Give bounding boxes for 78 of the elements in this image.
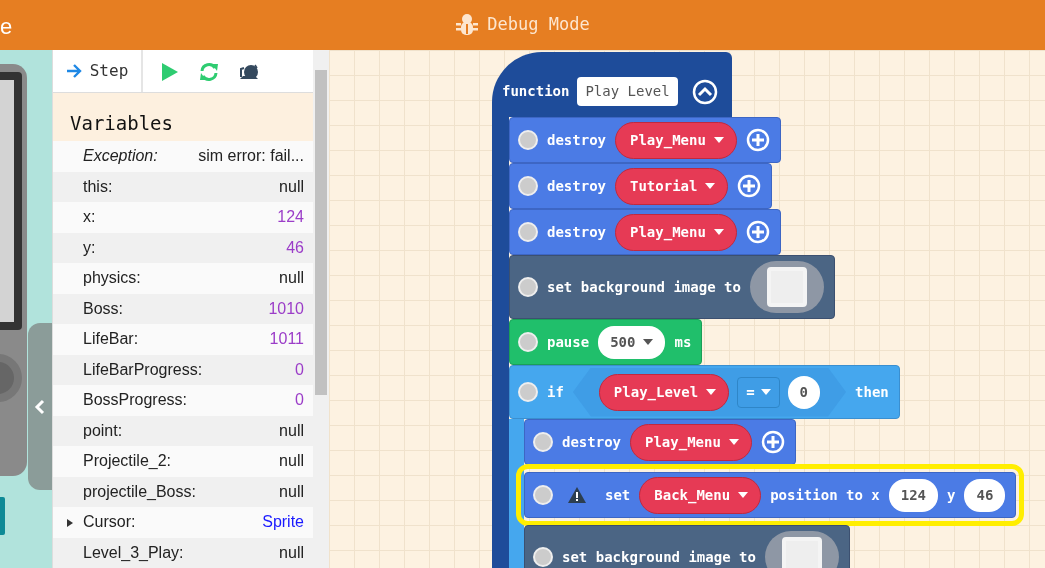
- variable-value: 124: [277, 207, 304, 228]
- sprite-dropdown[interactable]: Play_Level: [598, 373, 730, 411]
- variable-name: this:: [83, 176, 113, 197]
- variable-row[interactable]: Level_3_Play: null: [53, 537, 313, 568]
- variable-row[interactable]: Projectile_2: null: [53, 446, 313, 477]
- block-label: destroy: [562, 432, 621, 452]
- function-name-field[interactable]: Play Level: [577, 77, 678, 106]
- block-label: set background image to: [562, 547, 756, 567]
- variable-row[interactable]: Boss: 1010: [53, 293, 313, 324]
- sprite-dropdown[interactable]: Play_Menu: [615, 121, 737, 159]
- variable-name: Projectile_2:: [83, 451, 172, 472]
- variable-row[interactable]: this: null: [53, 171, 313, 202]
- block-label: ms: [674, 332, 692, 352]
- variable-value: null: [279, 420, 304, 441]
- variable-value: 1011: [269, 329, 304, 350]
- variable-row[interactable]: projectile_Boss: null: [53, 476, 313, 507]
- code-block[interactable]: set background image to: [524, 525, 850, 568]
- variable-row[interactable]: BossProgress: 0: [53, 385, 313, 416]
- variable-name: Exception:: [83, 146, 158, 167]
- number-field[interactable]: 124: [888, 478, 939, 512]
- code-block[interactable]: set background image to: [509, 255, 835, 319]
- number-dropdown[interactable]: 500: [598, 325, 666, 359]
- variable-value: null: [279, 481, 304, 502]
- variable-value: null: [279, 176, 304, 197]
- variable-name: point:: [83, 420, 123, 441]
- variable-row[interactable]: LifeBarProgress: 0: [53, 354, 313, 385]
- sprite-dropdown[interactable]: Tutorial: [615, 167, 729, 205]
- variable-name: x:: [83, 207, 96, 228]
- variable-row[interactable]: LifeBar: 1011: [53, 324, 313, 355]
- block-label: destroy: [547, 130, 606, 150]
- variable-value: sim error: fail...: [198, 146, 304, 167]
- code-block[interactable]: destroy Play_Menu: [509, 209, 781, 255]
- number-field[interactable]: 0: [787, 375, 821, 409]
- variable-value: Sprite: [262, 512, 304, 533]
- block-label: set background image to: [547, 277, 741, 297]
- variable-row[interactable]: Exception: sim error: fail...: [53, 141, 313, 172]
- variable-name: LifeBar:: [83, 329, 139, 350]
- block-label: function: [502, 82, 570, 101]
- block-label: then: [855, 382, 889, 402]
- variable-row[interactable]: Cursor: Sprite: [53, 507, 313, 538]
- code-block[interactable]: pause 500 ms: [509, 319, 703, 365]
- variable-name: BossProgress:: [83, 390, 188, 411]
- block-label: position to x: [770, 485, 880, 505]
- block-label: if: [547, 382, 564, 402]
- sprite-dropdown[interactable]: Play_Menu: [630, 423, 752, 461]
- variable-value: null: [279, 268, 304, 289]
- section-title: Variables: [70, 112, 173, 135]
- variable-name: Boss:: [83, 298, 123, 319]
- code-block[interactable]: destroy Tutorial: [509, 163, 773, 209]
- variable-value: null: [279, 451, 304, 472]
- code-block[interactable]: destroy Play_Menu: [509, 117, 781, 163]
- variable-row[interactable]: y: 46: [53, 232, 313, 263]
- variable-value: 0: [295, 359, 304, 380]
- code-block[interactable]: if Play_Level = 0 then: [509, 365, 900, 419]
- block-label: pause: [547, 332, 590, 352]
- variable-value: 1010: [268, 298, 304, 319]
- variable-name: LifeBarProgress:: [83, 359, 203, 380]
- header-title: Debug Mode: [487, 13, 590, 37]
- variable-name: Cursor:: [83, 512, 136, 533]
- variable-value: 0: [295, 390, 304, 411]
- variable-name: projectile_Boss:: [83, 481, 196, 502]
- block-label: destroy: [547, 176, 606, 196]
- code-block[interactable]: destroy Play_Menu: [524, 419, 796, 465]
- variable-value: null: [279, 542, 304, 563]
- variable-row[interactable]: physics: null: [53, 263, 313, 294]
- variable-name: physics:: [83, 268, 141, 289]
- variable-row[interactable]: x: 124: [53, 202, 313, 233]
- variable-name: y:: [83, 237, 96, 258]
- variable-value: 46: [286, 237, 304, 258]
- sprite-dropdown[interactable]: Play_Menu: [615, 213, 737, 251]
- variable-row[interactable]: point: null: [53, 415, 313, 446]
- sprite-dropdown[interactable]: Back_Menu: [639, 476, 762, 514]
- header-text: e: [0, 13, 13, 41]
- block-label: set: [605, 485, 631, 505]
- variable-name: Level_3_Play:: [83, 542, 184, 563]
- block-label: y: [947, 485, 956, 505]
- block-label: destroy: [547, 222, 606, 242]
- number-field[interactable]: 46: [964, 478, 1006, 512]
